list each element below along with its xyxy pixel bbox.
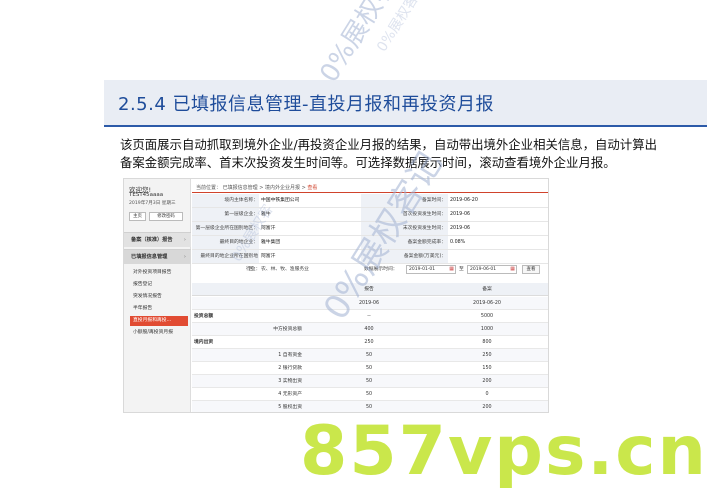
row-group-label: 境内出资 [194, 340, 214, 345]
cell-report: 50 [365, 392, 373, 397]
breadcrumb-rule [192, 192, 548, 193]
cell-filing: 5000 [480, 314, 494, 319]
row-label: 3 实物出资 [278, 379, 302, 384]
row-group-label: 投资总额 [194, 314, 214, 319]
cell-filing: 800 [482, 340, 492, 345]
sidebar-section-submitted-info[interactable]: 已填报信息管理 › [124, 249, 191, 264]
brand-watermark: 857vps.cn [300, 412, 707, 491]
row-label: 1 自有资金 [278, 353, 302, 358]
slide-title: 2.5.4 已填报信息管理-直投月报和再投资月报 [118, 94, 495, 115]
cell-filing: 150 [482, 366, 492, 371]
field-value: 2019-06-20 [450, 198, 478, 203]
field-value: 阿富汗 [261, 254, 276, 259]
cell-filing: 0 [485, 392, 489, 397]
change-password-button[interactable]: 修改密码 [149, 212, 183, 221]
column-header-filing: 备案 [482, 287, 492, 292]
row-label: 4 无形资产 [278, 392, 302, 397]
sidebar-item-report-registration[interactable]: 报告登记 [130, 280, 188, 290]
table-row: 中方投资总额 400 1000 [192, 323, 548, 336]
end-date-input[interactable]: 2019-06-01 ▦ [467, 265, 517, 274]
table-row: 2019-06 2019-06-20 [192, 297, 548, 310]
cell-filing: 1000 [480, 327, 494, 332]
cell-report: 50 [365, 353, 373, 358]
field-value: 2019-06 [450, 212, 471, 217]
table-row: 投资总额 -- 5000 [192, 310, 548, 323]
table-row: 4 无形资产 50 0 [192, 388, 548, 401]
calendar-icon[interactable]: ▦ [449, 266, 454, 273]
end-date-value: 2019-06-01 [470, 267, 497, 272]
table-row: 境内出资 250 800 [192, 336, 548, 349]
username: TEST45aaaa [129, 192, 164, 198]
industry-value: 农、林、牧、渔服务业 [261, 267, 309, 272]
breadcrumb-current: 查看 [307, 185, 318, 191]
breadcrumb-item[interactable]: 境内外企业月报 [265, 185, 300, 191]
row-label: 2 银行贷款 [278, 366, 302, 371]
breadcrumb-prefix: 当前位置： [196, 185, 222, 191]
title-underline [104, 125, 707, 127]
home-button[interactable]: 主页 [129, 212, 146, 221]
sidebar-item-monthly-report-active[interactable]: 直投月报和再投... [130, 316, 188, 326]
sidebar-item-half-year-report[interactable]: 半年报告 [130, 304, 188, 314]
sidebar-item-emergency-report[interactable]: 突发情况报告 [130, 292, 188, 302]
table-row: 1 自有资金 50 250 [192, 349, 548, 362]
chevron-right-icon: › [183, 237, 186, 243]
row-label: 中方投资总额 [273, 327, 302, 332]
industry-label: 行业： [246, 267, 261, 272]
field-value: 0.08% [450, 240, 466, 245]
calendar-icon[interactable]: ▦ [510, 266, 515, 273]
cell-report: 250 [364, 340, 374, 345]
field-value: 2019-06 [450, 226, 471, 231]
table-row: 3 实物出资 50 200 [192, 375, 548, 388]
start-date-value: 2019-01-01 [409, 267, 436, 272]
range-to-label: 至 [459, 267, 464, 272]
cell-report: 50 [365, 379, 373, 384]
cell-report: 400 [364, 327, 374, 332]
breadcrumb: 当前位置： 已填报信息管理 > 境内外企业月报 > 查看 [196, 184, 317, 191]
view-button[interactable]: 查看 [522, 265, 540, 274]
current-date: 2019年7月3日 星期三 [129, 201, 176, 206]
cell-filing: 200 [482, 379, 492, 384]
table-row: 2 银行贷款 50 150 [192, 362, 548, 375]
field-label: 境内主体名称： [224, 198, 258, 203]
sidebar-item-reinvest-report[interactable]: 小额股/再投资月报 [130, 328, 188, 338]
sidebar-item-investment-report[interactable]: 对外投资项目报告 [130, 268, 188, 278]
start-date-input[interactable]: 2019-01-01 ▦ [406, 265, 456, 274]
sidebar-section-label: 备案（核准）报告 [131, 237, 173, 243]
cell-filing: 250 [482, 353, 492, 358]
cell-report: 50 [365, 366, 373, 371]
chevron-right-icon: › [183, 254, 186, 260]
sidebar: 欢迎您! TEST45aaaa 2019年7月3日 星期三 主页 修改密码 备案… [124, 179, 191, 412]
cell-filing: 2019-06-20 [473, 301, 501, 306]
sidebar-section-label: 已填报信息管理 [131, 254, 168, 260]
breadcrumb-item[interactable]: 已填报信息管理 [223, 185, 258, 191]
field-value: 雅牛集团 [261, 240, 281, 245]
sidebar-section-filing-report[interactable]: 备案（核准）报告 › [124, 232, 191, 247]
row-label: 5 股权出资 [278, 405, 302, 410]
